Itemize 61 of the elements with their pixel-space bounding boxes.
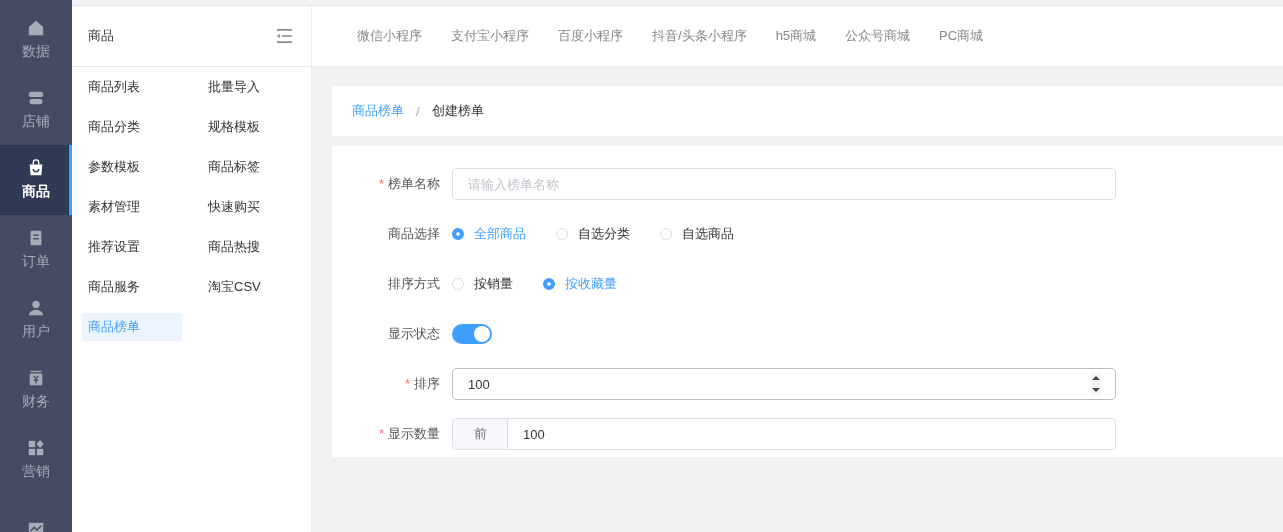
collapse-menu-icon[interactable] — [276, 28, 293, 44]
nav-label: 用户 — [22, 323, 50, 341]
nav-item[interactable]: 店铺 — [0, 75, 72, 145]
person-icon — [27, 299, 45, 317]
menu-title: 商品 — [88, 27, 114, 45]
submenu-item[interactable]: 淘宝CSV — [202, 273, 302, 301]
shopping-bag-icon — [27, 159, 45, 177]
platform-tab[interactable]: 百度小程序 — [558, 27, 623, 45]
submenu-item[interactable]: 商品热搜 — [202, 233, 302, 261]
required-mark: * — [404, 376, 410, 391]
yen-icon — [27, 369, 45, 387]
submenu-item[interactable]: 规格模板 — [202, 113, 302, 141]
nav-label: 订单 — [22, 253, 50, 271]
toggle-switch[interactable] — [452, 324, 492, 344]
name-input-field[interactable]: 请输入榜单名称 — [452, 168, 1116, 200]
nav-label: 财务 — [22, 393, 50, 411]
field-label: 排序方式 — [388, 276, 440, 291]
radio-button[interactable] — [543, 278, 555, 290]
nav-item[interactable]: 商品 — [0, 145, 72, 215]
platform-tab[interactable]: 抖音/头条小程序 — [652, 27, 747, 45]
required-mark: * — [378, 426, 384, 441]
submenu-item[interactable]: 商品标签 — [202, 153, 302, 181]
field-label: 商品选择 — [388, 226, 440, 241]
nav-label: 商品 — [22, 183, 50, 201]
nav-item[interactable]: 数据 — [0, 5, 72, 75]
platform-tab[interactable]: 公众号商城 — [845, 27, 911, 45]
submenu-item[interactable]: 参数模板 — [82, 153, 182, 181]
radio-label[interactable]: 自选分类 — [578, 225, 630, 243]
nav-label: 店铺 — [22, 113, 50, 131]
number-input-field[interactable]: 100 — [452, 368, 1116, 400]
submenu-item[interactable]: 快速购买 — [202, 193, 302, 221]
platform-tab[interactable]: 微信小程序 — [357, 27, 422, 45]
radio-label[interactable]: 自选商品 — [682, 225, 734, 243]
nav-item[interactable]: 订单 — [0, 215, 72, 285]
nav-item[interactable]: 用户 — [0, 285, 72, 355]
platform-tab[interactable]: PC商城 — [939, 27, 984, 45]
submenu-item[interactable]: 批量导入 — [202, 73, 302, 101]
field-label: 显示数量 — [388, 426, 440, 441]
nav-item[interactable]: 营销 — [0, 425, 72, 495]
nav-item[interactable]: 财务 — [0, 355, 72, 425]
submenu-item[interactable]: 素材管理 — [82, 193, 182, 221]
submenu-item[interactable]: 商品服务 — [82, 273, 182, 301]
platform-tab[interactable]: h5商城 — [775, 27, 817, 45]
nav-label: 数据 — [22, 43, 50, 61]
breadcrumb-separator: / — [416, 103, 420, 119]
submenu-item[interactable]: 推荐设置 — [82, 233, 182, 261]
required-mark: * — [378, 176, 384, 191]
field-label: 显示状态 — [388, 326, 440, 341]
stepper-arrows-icon[interactable] — [1091, 373, 1101, 395]
radio-button[interactable] — [452, 228, 464, 240]
grid-icon — [27, 439, 45, 457]
home-icon — [27, 19, 45, 37]
shop-icon — [27, 89, 45, 107]
field-label: 榜单名称 — [388, 176, 440, 191]
breadcrumb-current: 创建榜单 — [431, 102, 484, 120]
platform-tab[interactable]: 支付宝小程序 — [451, 27, 529, 45]
field-label: 排序 — [414, 376, 440, 391]
submenu-item[interactable]: 商品分类 — [82, 113, 182, 141]
submenu-item[interactable]: 商品列表 — [82, 73, 182, 101]
nav-label: 营销 — [22, 463, 50, 481]
radio-label[interactable]: 按销量 — [474, 275, 513, 293]
